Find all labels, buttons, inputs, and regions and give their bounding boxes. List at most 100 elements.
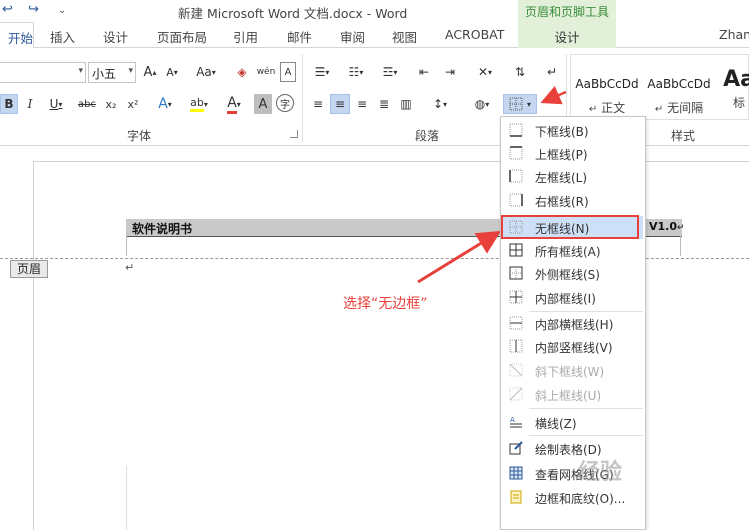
style-no-spacing[interactable]: AaBbCcDd ↵ 无间隔 bbox=[643, 63, 715, 127]
change-case-button[interactable]: Aa ▾ bbox=[190, 62, 222, 82]
undo-arrow-icon[interactable]: ↩ bbox=[2, 2, 13, 17]
phonetic-guide-button[interactable]: wén bbox=[256, 62, 276, 82]
inside-horizontal-border-icon bbox=[509, 316, 523, 330]
bold-button[interactable]: B bbox=[0, 94, 18, 114]
show-marks-icon[interactable]: ↵ bbox=[542, 62, 562, 82]
superscript-button[interactable]: x² bbox=[124, 94, 142, 114]
word-window: ↩ ↪ ⌄ 新建 Microsoft Word 文档.docx - Word 页… bbox=[0, 0, 749, 530]
redo-icon[interactable]: ↪ bbox=[28, 2, 39, 17]
sort-icon[interactable]: ⇅ bbox=[510, 62, 530, 82]
cell-boundary bbox=[126, 236, 127, 256]
margin-marker bbox=[126, 466, 127, 530]
group-divider bbox=[302, 54, 303, 142]
font-name-combo[interactable]: ▾ bbox=[0, 62, 86, 83]
asian-layout-icon[interactable]: ✕ ▾ bbox=[470, 62, 500, 82]
text-effects-button[interactable]: A ▾ bbox=[152, 94, 178, 114]
header-version-text[interactable]: V1.0↵ bbox=[649, 220, 685, 233]
document-title: 新建 Microsoft Word 文档.docx - Word bbox=[178, 6, 408, 21]
enclose-char-button[interactable]: 字 bbox=[276, 94, 294, 112]
horizontal-line-icon: A bbox=[510, 416, 522, 428]
clear-formatting-icon[interactable]: ◈ bbox=[232, 62, 252, 82]
header-label-tag: 页眉 bbox=[10, 260, 48, 278]
tab-home[interactable]: 开始 bbox=[0, 22, 34, 49]
menu-separator bbox=[529, 408, 643, 409]
menu-item-inside-borders[interactable]: 内部框线(I) bbox=[503, 286, 643, 309]
paragraph-mark: ↵ bbox=[125, 261, 135, 274]
font-group-label: 字体 bbox=[127, 129, 152, 143]
inside-borders-icon bbox=[509, 290, 523, 304]
chevron-down-icon: ▾ bbox=[78, 66, 83, 76]
menu-item-inside-vertical[interactable]: 内部竖框线(V) bbox=[503, 335, 643, 358]
menu-item-top-border[interactable]: 上框线(P) bbox=[503, 142, 643, 165]
borders-dropdown-menu: 下框线(B) 上框线(P) 左框线(L) 右框线(R) 无框线(N) 所有框线(… bbox=[500, 116, 646, 530]
align-center-icon[interactable]: ≡ bbox=[330, 94, 350, 114]
numbering-button[interactable]: ☷ ▾ bbox=[342, 62, 370, 82]
tab-view[interactable]: 视图 bbox=[392, 27, 417, 46]
menu-item-horizontal-line[interactable]: A 横线(Z) bbox=[503, 411, 643, 434]
tab-review[interactable]: 审阅 bbox=[340, 27, 365, 46]
menu-item-inside-horizontal[interactable]: 内部横框线(H) bbox=[503, 312, 643, 335]
user-name[interactable]: Zhan bbox=[719, 27, 749, 42]
shrink-font-button[interactable]: A ▾ bbox=[162, 62, 182, 82]
grow-font-button[interactable]: A ▴ bbox=[140, 62, 160, 82]
char-shading-button[interactable]: A bbox=[254, 94, 272, 114]
subscript-button[interactable]: x₂ bbox=[102, 94, 120, 114]
underline-button[interactable]: U ▾ bbox=[44, 94, 68, 114]
right-border-icon bbox=[509, 193, 523, 207]
watermark-text: 经验 bbox=[578, 460, 623, 485]
top-border-icon bbox=[509, 146, 523, 160]
customize-toolbar-icon[interactable]: ⌄ bbox=[58, 5, 66, 16]
styles-group-label: 样式 bbox=[671, 129, 696, 143]
font-dialog-launcher-icon[interactable] bbox=[290, 130, 298, 138]
justify-icon[interactable]: ≣ bbox=[374, 94, 394, 114]
view-gridlines-icon bbox=[509, 466, 523, 480]
borders-button[interactable]: ▾ bbox=[503, 94, 537, 114]
char-border-button[interactable]: A bbox=[280, 62, 296, 82]
italic-button[interactable]: I bbox=[22, 94, 38, 114]
align-left-icon[interactable]: ≡ bbox=[308, 94, 328, 114]
highlight-button[interactable]: ab ▾ bbox=[184, 94, 214, 114]
diagonal-down-border-icon bbox=[509, 363, 523, 377]
tab-acrobat[interactable]: ACROBAT bbox=[445, 27, 504, 42]
style-heading[interactable]: Aa 标 bbox=[719, 63, 749, 127]
distributed-icon[interactable]: ▥ bbox=[396, 94, 416, 114]
align-right-icon[interactable]: ≡ bbox=[352, 94, 372, 114]
highlight-box bbox=[501, 215, 639, 239]
chevron-down-icon: ▾ bbox=[128, 66, 133, 76]
outside-borders-icon bbox=[509, 266, 523, 280]
menu-item-left-border[interactable]: 左框线(L) bbox=[503, 165, 643, 188]
styles-gallery: AaBbCcDd ↵ 正文 AaBbCcDd ↵ 无间隔 Aa 标 bbox=[570, 54, 749, 120]
menu-item-right-border[interactable]: 右框线(R) bbox=[503, 189, 643, 212]
multilevel-list-button[interactable]: ☲ ▾ bbox=[376, 62, 404, 82]
borders-shading-icon bbox=[510, 490, 522, 504]
paragraph-group-label: 段落 bbox=[415, 129, 440, 143]
menu-item-diagonal-down: 斜下框线(W) bbox=[503, 359, 643, 382]
menu-item-outside-borders[interactable]: 外侧框线(S) bbox=[503, 262, 643, 285]
svg-text:A: A bbox=[510, 416, 515, 424]
font-color-button[interactable]: A ▾ bbox=[220, 94, 248, 114]
font-size-combo[interactable]: 小五 ▾ bbox=[88, 62, 136, 83]
decrease-indent-icon[interactable]: ⇤ bbox=[414, 62, 434, 82]
all-borders-icon bbox=[509, 243, 523, 257]
menu-item-diagonal-up: 斜上框线(U) bbox=[503, 383, 643, 406]
menu-separator bbox=[529, 435, 643, 436]
menu-item-all-borders[interactable]: 所有框线(A) bbox=[503, 239, 643, 262]
line-spacing-icon[interactable]: ↕ ▾ bbox=[426, 94, 454, 114]
tab-page-layout[interactable]: 页面布局 bbox=[157, 27, 207, 46]
tab-references[interactable]: 引用 bbox=[233, 27, 258, 46]
diagonal-up-border-icon bbox=[509, 387, 523, 401]
shading-bucket-icon[interactable]: ◍ ▾ bbox=[468, 94, 496, 114]
strikethrough-button[interactable]: abc bbox=[76, 94, 98, 114]
tab-mailings[interactable]: 邮件 bbox=[287, 27, 312, 46]
tab-design[interactable]: 设计 bbox=[103, 27, 128, 46]
menu-item-bottom-border[interactable]: 下框线(B) bbox=[503, 119, 643, 142]
bottom-border-icon bbox=[509, 123, 523, 137]
inside-vertical-border-icon bbox=[509, 339, 523, 353]
menu-item-borders-and-shading[interactable]: 边框和底纹(O)... bbox=[503, 486, 643, 509]
header-title-text[interactable]: 软件说明书 bbox=[132, 220, 192, 237]
increase-indent-icon[interactable]: ⇥ bbox=[440, 62, 460, 82]
tab-insert[interactable]: 插入 bbox=[50, 27, 75, 46]
title-bar: ↩ ↪ ⌄ 新建 Microsoft Word 文档.docx - Word 页… bbox=[0, 0, 749, 26]
bullets-button[interactable]: ☰ ▾ bbox=[308, 62, 336, 82]
tab-header-footer-design[interactable]: 设计 bbox=[518, 22, 616, 48]
